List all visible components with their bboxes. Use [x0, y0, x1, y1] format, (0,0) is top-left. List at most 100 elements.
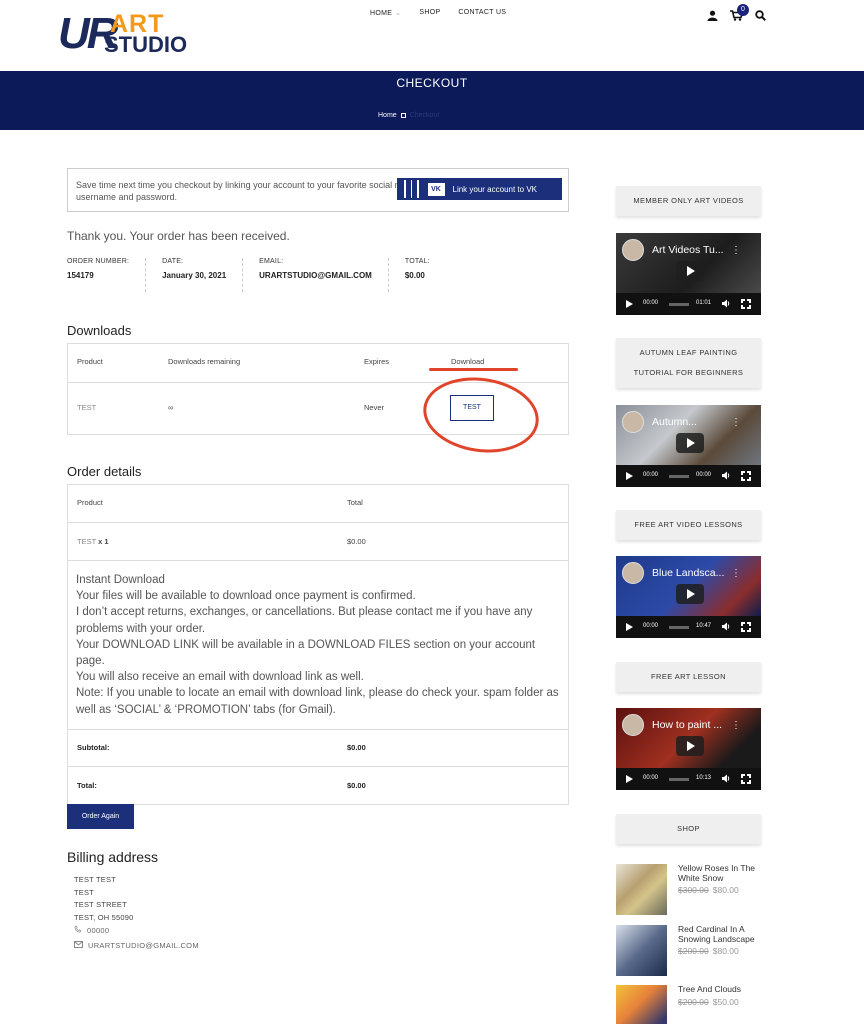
volume-icon[interactable]	[722, 471, 730, 480]
avatar	[622, 714, 644, 736]
video-progress-bar[interactable]	[669, 778, 689, 781]
envelope-icon	[74, 941, 83, 950]
play-button-icon[interactable]	[626, 300, 633, 308]
nav-shop[interactable]: SHOP	[419, 9, 440, 17]
breadcrumb-separator-icon	[400, 113, 406, 118]
product-item[interactable]: Red Cardinal In A Snowing Landscape $200…	[616, 924, 776, 977]
table-row: TEST x 1 $0.00	[68, 522, 568, 561]
video-progress-bar[interactable]	[669, 303, 689, 306]
user-icon[interactable]	[707, 10, 718, 21]
avatar	[622, 239, 644, 261]
fullscreen-icon[interactable]	[740, 298, 752, 310]
overview-order-number: ORDER NUMBER: 154179	[67, 258, 147, 292]
fullscreen-icon[interactable]	[740, 470, 752, 482]
video-player[interactable]: Art Videos Tu... ⋮ 00:00 01:01	[616, 233, 761, 315]
play-button-icon[interactable]	[626, 472, 633, 480]
breadcrumb: Home Checkout	[378, 112, 439, 119]
video-current-time: 00:00	[643, 623, 659, 629]
product-name[interactable]: Tree And Clouds	[678, 984, 776, 995]
video-player[interactable]: How to paint ... ⋮ 00:00 10:13	[616, 708, 761, 790]
video-title: How to paint ...	[652, 719, 723, 731]
product-old-price: $200.00	[678, 946, 709, 956]
product-price: $200.00 $50.00	[678, 997, 739, 1007]
billing-phone: 00000	[74, 925, 109, 935]
total-label: Total:	[77, 781, 97, 790]
main-nav: HOME ⌄ SHOP CONTACT US	[370, 9, 506, 17]
overview-label: EMAIL:	[259, 258, 284, 265]
video-player[interactable]: Autumn... ⋮ 00:00 00:00	[616, 405, 761, 487]
more-options-icon[interactable]: ⋮	[731, 720, 741, 731]
overview-value: January 30, 2021	[162, 271, 227, 280]
volume-icon[interactable]	[722, 299, 730, 308]
video-duration: 10:47	[696, 623, 712, 629]
video-progress-bar[interactable]	[669, 626, 689, 629]
order-item-link[interactable]: TEST	[77, 537, 96, 546]
play-icon[interactable]	[676, 584, 704, 604]
header-product: Product	[77, 498, 103, 507]
video-progress-bar[interactable]	[669, 475, 689, 478]
cart-icon[interactable]: 0	[730, 4, 749, 21]
product-price: $200.00 $80.00	[678, 946, 739, 956]
header-product: Product	[77, 357, 103, 366]
product-sale-price: $80.00	[712, 885, 739, 895]
video-duration: 10:13	[696, 775, 712, 781]
play-icon[interactable]	[676, 261, 704, 281]
video-current-time: 00:00	[643, 300, 659, 306]
site-logo[interactable]: UR ART STUDIO	[58, 12, 187, 58]
order-overview: ORDER NUMBER: 154179 DATE: January 30, 2…	[67, 258, 462, 292]
product-image[interactable]	[616, 864, 667, 915]
video-current-time: 00:00	[643, 472, 659, 478]
billing-line: TEST STREET	[74, 900, 127, 909]
video-player[interactable]: Blue Landsca... ⋮ 00:00 10:47	[616, 556, 761, 638]
video-current-time: 00:00	[643, 775, 659, 781]
billing-email-value: URARTSTUDIO@GMAIL.COM	[88, 941, 199, 950]
download-file-button[interactable]: TEST	[450, 395, 494, 421]
product-item[interactable]: Tree And Clouds $200.00 $50.00	[616, 984, 776, 1024]
instruction-line: Note: If you unable to locate an email w…	[76, 687, 559, 716]
volume-icon[interactable]	[722, 622, 730, 631]
breadcrumb-home[interactable]: Home	[378, 112, 397, 119]
more-options-icon[interactable]: ⋮	[731, 417, 741, 428]
header-total: Total	[347, 498, 363, 507]
more-options-icon[interactable]: ⋮	[731, 568, 741, 579]
product-image[interactable]	[616, 985, 667, 1024]
overview-value: URARTSTUDIO@GMAIL.COM	[259, 271, 372, 280]
product-old-price: $300.00	[678, 885, 709, 895]
vk-icon: VK	[427, 182, 445, 196]
product-sale-price: $50.00	[712, 997, 739, 1007]
play-button-icon[interactable]	[626, 623, 633, 631]
download-product-link[interactable]: TEST	[77, 403, 96, 412]
fullscreen-icon[interactable]	[740, 773, 752, 785]
annotation-underline	[429, 368, 518, 371]
subtotal-value: $0.00	[347, 743, 366, 752]
play-icon[interactable]	[676, 433, 704, 453]
product-name[interactable]: Yellow Roses In The White Snow	[678, 863, 776, 883]
order-details-heading: Order details	[67, 464, 142, 479]
overview-label: ORDER NUMBER:	[67, 258, 130, 265]
nav-contact[interactable]: CONTACT US	[458, 9, 506, 17]
play-button-icon[interactable]	[626, 775, 633, 783]
product-sale-price: $80.00	[712, 946, 739, 956]
table-header-row: Product Total	[68, 485, 568, 523]
billing-line: TEST	[74, 887, 94, 897]
more-options-icon[interactable]: ⋮	[731, 245, 741, 256]
product-item[interactable]: Yellow Roses In The White Snow $300.00 $8…	[616, 863, 776, 916]
link-vk-button[interactable]: VK Link your account to VK	[397, 178, 562, 200]
instruction-line: You will also receive an email with down…	[76, 671, 364, 684]
nav-home[interactable]: HOME ⌄	[370, 9, 401, 17]
product-name[interactable]: Red Cardinal In A Snowing Landscape	[678, 924, 776, 944]
nav-home-label: HOME	[370, 10, 393, 17]
video-duration: 01:01	[696, 300, 712, 306]
overview-value: $0.00	[404, 271, 425, 280]
phone-icon	[74, 925, 82, 935]
play-icon[interactable]	[676, 736, 704, 756]
search-icon[interactable]	[755, 10, 766, 21]
fullscreen-icon[interactable]	[740, 621, 752, 633]
product-image[interactable]	[616, 925, 667, 976]
downloads-remaining-value: ∞	[168, 403, 174, 412]
order-again-button[interactable]: Order Again	[67, 804, 134, 829]
order-item-qty: x 1	[98, 537, 109, 546]
volume-icon[interactable]	[722, 774, 730, 783]
widget-title: AUTUMN LEAF PAINTING TUTORIAL FOR BEGINN…	[616, 338, 761, 388]
page-banner: CHECKOUT Home Checkout	[0, 71, 864, 130]
